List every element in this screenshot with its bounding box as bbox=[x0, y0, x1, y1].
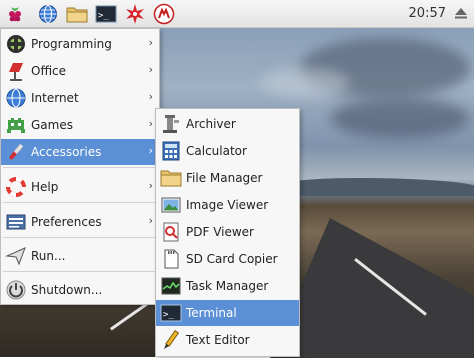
menu-item-label: Accessories bbox=[31, 145, 102, 159]
menu-item-run[interactable]: Run... bbox=[1, 243, 159, 269]
menu-item-label: Terminal bbox=[186, 306, 237, 320]
accessories-submenu: Archiver Calculator File Manager Image V… bbox=[155, 108, 300, 357]
office-icon bbox=[5, 60, 27, 82]
terminal-icon: >_ bbox=[160, 302, 182, 324]
raspberry-menu-icon[interactable] bbox=[4, 3, 26, 25]
chevron-right-icon: › bbox=[148, 36, 153, 49]
menu-item-terminal[interactable]: >_ Terminal bbox=[156, 300, 299, 326]
menu-item-pdf-viewer[interactable]: PDF Viewer bbox=[156, 219, 299, 245]
menu-item-label: Programming bbox=[31, 37, 112, 51]
menu-item-label: Image Viewer bbox=[186, 198, 269, 212]
menu-item-label: Run... bbox=[31, 249, 66, 263]
menu-item-office[interactable]: Office › bbox=[1, 58, 159, 84]
menu-item-task-manager[interactable]: Task Manager bbox=[156, 273, 299, 299]
menu-item-label: Preferences bbox=[31, 215, 102, 229]
menu-item-archiver[interactable]: Archiver bbox=[156, 111, 299, 137]
sd-card-icon bbox=[160, 248, 182, 270]
menu-item-calculator[interactable]: Calculator bbox=[156, 138, 299, 164]
menu-separator bbox=[3, 202, 157, 203]
archiver-icon bbox=[160, 113, 182, 135]
chevron-right-icon: › bbox=[148, 144, 153, 157]
menu-item-image-viewer[interactable]: Image Viewer bbox=[156, 192, 299, 218]
menu-item-help[interactable]: Help › bbox=[1, 174, 159, 200]
preferences-icon bbox=[5, 211, 27, 233]
menu-item-internet[interactable]: Internet › bbox=[1, 85, 159, 111]
menu-separator bbox=[3, 271, 157, 272]
menu-item-label: Task Manager bbox=[186, 279, 269, 293]
chevron-right-icon: › bbox=[148, 179, 153, 192]
internet-icon bbox=[5, 87, 27, 109]
folder-icon bbox=[160, 167, 182, 189]
pdf-viewer-icon bbox=[160, 221, 182, 243]
run-icon bbox=[5, 245, 27, 267]
menu-item-label: Calculator bbox=[186, 144, 247, 158]
menu-item-label: File Manager bbox=[186, 171, 263, 185]
mathematica-icon[interactable] bbox=[124, 3, 146, 25]
menu-item-sd-card-copier[interactable]: SD Card Copier bbox=[156, 246, 299, 272]
text-editor-icon bbox=[160, 329, 182, 351]
menu-separator bbox=[3, 167, 157, 168]
menu-item-games[interactable]: Games › bbox=[1, 112, 159, 138]
menu-item-label: Archiver bbox=[186, 117, 236, 131]
menu-item-label: Internet bbox=[31, 91, 79, 105]
eject-icon[interactable] bbox=[454, 6, 468, 20]
menu-item-file-manager[interactable]: File Manager bbox=[156, 165, 299, 191]
main-menu: Programming › Office › Internet › Games … bbox=[0, 28, 160, 305]
file-manager-icon[interactable] bbox=[66, 3, 88, 25]
help-icon bbox=[5, 176, 27, 198]
menu-item-label: Office bbox=[31, 64, 67, 78]
menu-item-programming[interactable]: Programming › bbox=[1, 31, 159, 57]
chevron-right-icon: › bbox=[148, 214, 153, 227]
games-icon bbox=[5, 114, 27, 136]
svg-text:>_: >_ bbox=[98, 11, 109, 21]
task-manager-icon bbox=[160, 275, 182, 297]
taskbar: >_ 20:57 bbox=[0, 0, 474, 28]
programming-icon bbox=[5, 33, 27, 55]
accessories-icon bbox=[5, 141, 27, 163]
menu-item-label: SD Card Copier bbox=[186, 252, 278, 266]
menu-item-shutdown[interactable]: Shutdown... bbox=[1, 277, 159, 303]
menu-separator bbox=[3, 237, 157, 238]
menu-item-label: Text Editor bbox=[186, 333, 250, 347]
menu-item-label: PDF Viewer bbox=[186, 225, 254, 239]
image-viewer-icon bbox=[160, 194, 182, 216]
svg-text:>_: >_ bbox=[163, 310, 174, 320]
wolfram-icon[interactable] bbox=[153, 3, 175, 25]
menu-item-preferences[interactable]: Preferences › bbox=[1, 209, 159, 235]
menu-item-label: Help bbox=[31, 180, 59, 194]
terminal-icon[interactable]: >_ bbox=[95, 3, 117, 25]
chevron-right-icon: › bbox=[148, 63, 153, 76]
menu-item-label: Shutdown... bbox=[31, 283, 103, 297]
clock[interactable]: 20:57 bbox=[409, 6, 446, 21]
chevron-right-icon: › bbox=[148, 117, 153, 130]
menu-item-text-editor[interactable]: Text Editor bbox=[156, 327, 299, 353]
web-browser-icon[interactable] bbox=[37, 3, 59, 25]
shutdown-icon bbox=[5, 279, 27, 301]
chevron-right-icon: › bbox=[148, 90, 153, 103]
menu-item-accessories[interactable]: Accessories › bbox=[1, 139, 159, 165]
calculator-icon bbox=[160, 140, 182, 162]
menu-item-label: Games bbox=[31, 118, 73, 132]
